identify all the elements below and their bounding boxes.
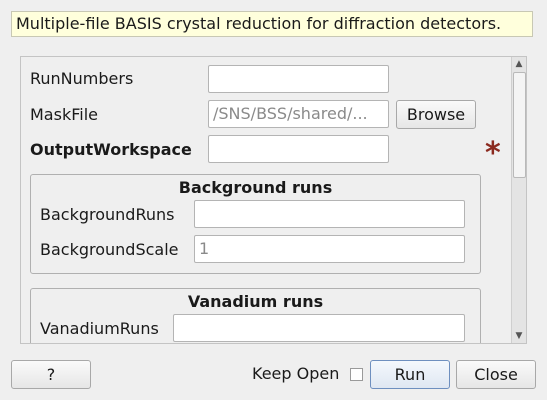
scroll-up-arrow-icon[interactable]: ▲ xyxy=(512,57,526,71)
background-scale-label: BackgroundScale xyxy=(40,240,179,259)
vanadium-runs-label: VanadiumRuns xyxy=(40,319,159,338)
run-numbers-label: RunNumbers xyxy=(30,69,134,88)
background-runs-input[interactable] xyxy=(194,200,465,228)
vanadium-runs-group: Vanadium runs VanadiumRuns xyxy=(30,288,481,343)
mask-file-input[interactable]: /SNS/BSS/shared/... xyxy=(208,100,389,128)
properties-scroll-area[interactable]: RunNumbers MaskFile /SNS/BSS/shared/... … xyxy=(20,56,527,344)
background-runs-group: Background runs BackgroundRuns Backgroun… xyxy=(30,174,481,274)
scrollbar-thumb[interactable] xyxy=(513,72,526,178)
output-workspace-input[interactable] xyxy=(208,135,389,163)
background-runs-label: BackgroundRuns xyxy=(40,205,175,224)
scroll-down-arrow-icon[interactable]: ▼ xyxy=(512,329,526,343)
mask-file-label: MaskFile xyxy=(30,105,98,124)
properties-panel: RunNumbers MaskFile /SNS/BSS/shared/... … xyxy=(21,57,511,343)
required-star-icon: * xyxy=(485,136,501,171)
vertical-scrollbar[interactable]: ▲ ▼ xyxy=(511,57,526,343)
help-button[interactable]: ? xyxy=(11,360,91,389)
close-button[interactable]: Close xyxy=(456,360,536,389)
browse-button[interactable]: Browse xyxy=(396,100,476,129)
background-runs-title: Background runs xyxy=(178,178,333,197)
run-numbers-input[interactable] xyxy=(208,65,389,93)
algorithm-description: Multiple-file BASIS crystal reduction fo… xyxy=(11,11,533,37)
keep-open-label: Keep Open xyxy=(252,364,340,383)
keep-open-checkbox[interactable] xyxy=(350,368,363,381)
background-scale-input[interactable]: 1 xyxy=(194,235,465,263)
output-workspace-label: OutputWorkspace xyxy=(30,140,192,159)
vanadium-runs-input[interactable] xyxy=(173,314,465,342)
run-button[interactable]: Run xyxy=(370,360,450,389)
vanadium-runs-title: Vanadium runs xyxy=(187,292,324,311)
